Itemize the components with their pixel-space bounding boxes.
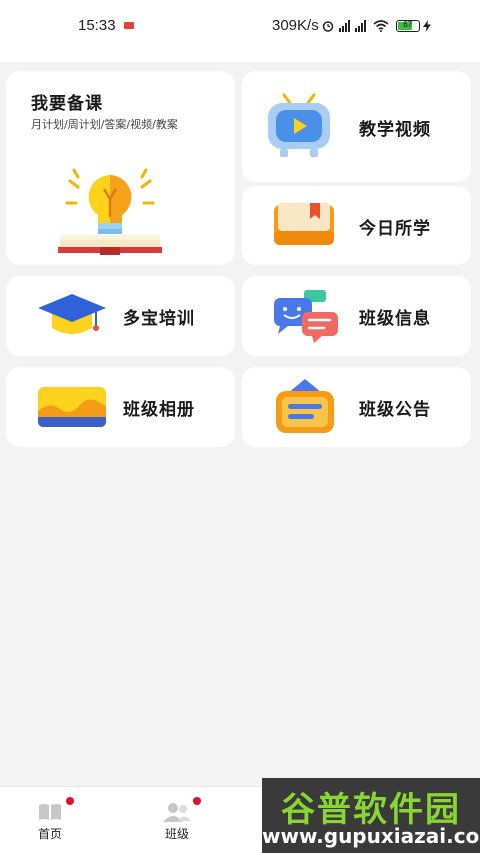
class-album-card[interactable]: 班级相册 <box>6 367 235 447</box>
battery-level: 67 <box>403 19 413 29</box>
people-icon <box>163 803 191 822</box>
wifi-icon <box>373 19 389 32</box>
status-time: 15:33 <box>78 17 116 34</box>
training-card[interactable]: 多宝培训 <box>6 276 235 356</box>
battery-icon: 67 <box>395 19 420 32</box>
status-right: 309K/s 67 <box>272 17 431 34</box>
class-notice-card[interactable]: 班级公告 <box>242 367 471 447</box>
notification-icon <box>124 22 134 29</box>
today-learned-card[interactable]: 今日所学 <box>242 186 471 265</box>
class-notice-title: 班级公告 <box>359 400 431 420</box>
class-info-card[interactable]: 班级信息 <box>242 276 471 356</box>
charging-icon <box>422 19 431 32</box>
tab-class[interactable]: 班级 <box>127 787 227 853</box>
box-bookmark-icon <box>274 203 334 245</box>
class-badge-dot <box>193 797 201 805</box>
today-learned-title: 今日所学 <box>359 219 431 239</box>
graduation-cap-icon <box>38 294 106 334</box>
photo-album-icon <box>38 387 106 427</box>
tab-home[interactable]: 首页 <box>0 787 100 853</box>
book-icon <box>39 804 61 820</box>
prepare-lesson-card[interactable]: 我要备课 月计划/周计划/答案/视频/教案 <box>6 71 235 265</box>
network-speed: 309K/s <box>272 17 319 34</box>
signal-icon-2 <box>354 19 366 32</box>
watermark-url: www.gupuxiazai.com <box>262 824 480 848</box>
watermark: 谷普软件园 www.gupuxiazai.com <box>262 778 480 853</box>
prepare-lesson-subtitle: 月计划/周计划/答案/视频/教案 <box>31 118 178 131</box>
tv-play-icon <box>268 93 330 157</box>
tab-class-label: 班级 <box>164 827 189 841</box>
prepare-lesson-title: 我要备课 <box>31 94 103 114</box>
teaching-video-card[interactable]: 教学视频 <box>242 71 471 182</box>
training-title: 多宝培训 <box>123 309 195 329</box>
notice-board-icon <box>276 379 334 433</box>
signal-icon <box>338 19 350 32</box>
alarm-icon <box>322 20 333 32</box>
lightbulb-book-icon <box>58 168 162 255</box>
tab-home-label: 首页 <box>37 827 62 841</box>
chat-bubbles-icon <box>274 290 338 343</box>
status-bar: 15:33 309K/s 67 <box>0 0 480 62</box>
teaching-video-title: 教学视频 <box>359 120 431 140</box>
class-info-title: 班级信息 <box>359 309 431 329</box>
class-album-title: 班级相册 <box>123 400 195 420</box>
home-badge-dot <box>66 797 74 805</box>
